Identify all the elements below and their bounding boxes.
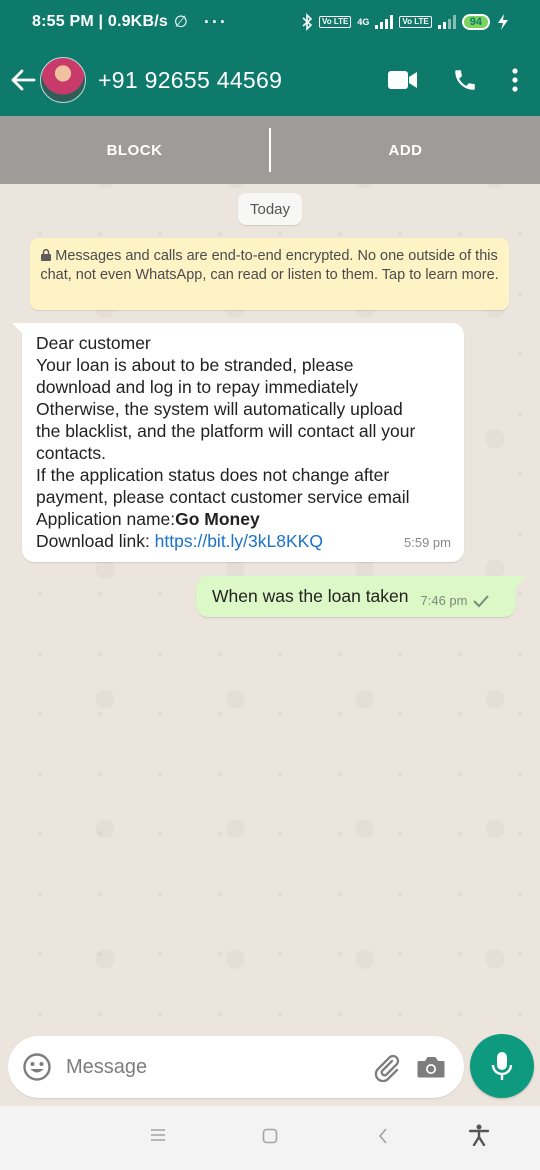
volte-badge-1: Vo LTE [318,16,352,28]
camera-icon[interactable] [416,1054,446,1080]
incoming-timestamp: 5:59 pm [404,535,451,550]
back-nav-icon[interactable] [378,1128,388,1144]
chat-area[interactable]: Today Messages and calls are end-to-end … [0,184,540,1034]
message-line: Otherwise, the system will automatically… [36,399,403,419]
status-time: 8:55 PM | 0.9KB/s [32,13,168,30]
network-4g-label: 4G [357,17,370,27]
contact-name[interactable]: +91 92655 44569 [98,67,282,94]
accessibility-icon[interactable] [469,1124,489,1146]
microphone-icon [491,1052,513,1080]
bluetooth-icon [302,13,313,31]
volte-badge-2: Vo LTE [399,16,432,28]
message-composer [8,1036,464,1098]
message-line: If the application status does not chang… [36,465,390,485]
chat-header: +91 92655 44569 [0,44,540,116]
message-line: Dear customer [36,333,151,353]
avatar[interactable] [40,57,86,103]
message-line: download and log in to repay immediately [36,377,358,397]
muted-bell-icon: ∅ [173,14,188,31]
outgoing-text: When was the loan taken [212,586,409,606]
app-name-prefix: Application name: [36,509,176,529]
status-icons: Vo LTE 4G Vo LTE 94 [301,13,510,31]
signal-strength-1-icon [375,15,394,29]
download-link[interactable]: https://bit.ly/3kL8KKQ [155,531,323,551]
app-name: Go Money [175,509,260,529]
voice-call-icon[interactable] [452,67,478,93]
home-icon[interactable] [262,1128,278,1144]
status-bar: 8:55 PM | 0.9KB/s ∅ ··· Vo LTE 4G Vo LTE… [0,0,540,44]
header-actions [388,67,540,93]
unknown-contact-actions: BLOCK ADD [0,116,540,184]
block-button[interactable]: BLOCK [0,142,269,159]
outgoing-timestamp: 7:46 pm [420,593,468,608]
video-call-icon[interactable] [388,70,418,90]
emoji-icon[interactable] [22,1052,52,1082]
back-arrow-icon[interactable] [10,67,36,93]
date-chip: Today [238,193,302,225]
recent-apps-icon[interactable] [150,1128,166,1142]
message-input[interactable] [66,1055,358,1079]
download-line: Download link: https://bit.ly/3kL8KKQ [36,530,450,552]
message-line: Your loan is about to be stranded, pleas… [36,355,354,375]
incoming-message[interactable]: Dear customer Your loan is about to be s… [12,323,464,562]
signal-strength-2-icon [437,15,456,29]
charging-icon [498,14,508,30]
lock-icon [41,249,52,261]
system-navigation-bar [0,1106,540,1170]
message-line: contacts. [36,443,107,463]
more-options-icon[interactable] [512,68,518,92]
more-notifications-icon: ··· [203,11,228,32]
app-name-line: Application name:Go Money [36,508,450,530]
add-contact-button[interactable]: ADD [271,142,540,159]
battery-level: 94 [461,14,490,30]
encryption-notice[interactable]: Messages and calls are end-to-end encryp… [30,238,509,310]
attach-icon[interactable] [372,1052,402,1082]
outgoing-message[interactable]: When was the loan taken 7:46 pm [196,576,526,617]
message-line: the blacklist, and the platform will con… [36,421,416,441]
download-prefix: Download link: [36,531,155,551]
voice-message-button[interactable] [470,1034,534,1098]
message-line: payment, please contact customer service… [36,487,410,507]
single-check-icon [472,594,489,607]
encryption-notice-text: Messages and calls are end-to-end encryp… [40,248,499,283]
